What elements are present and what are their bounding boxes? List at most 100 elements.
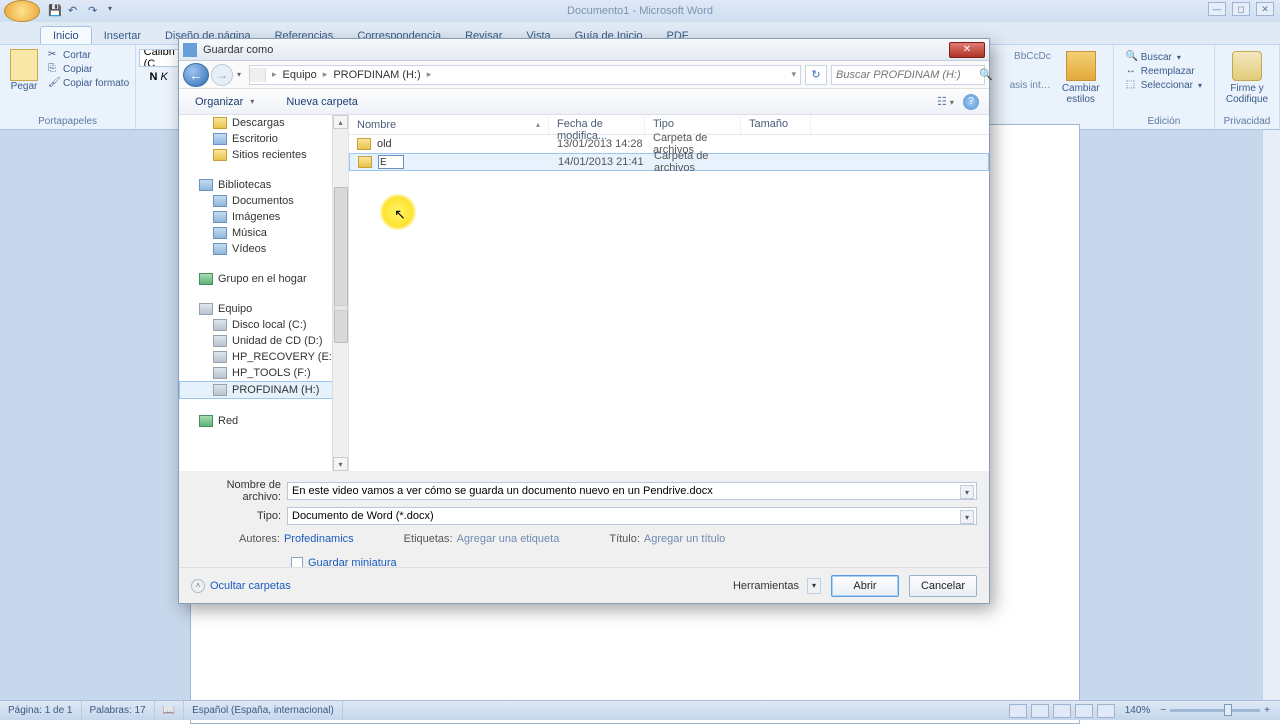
filetype-dropdown[interactable]: ▾ xyxy=(960,510,974,524)
zoom-level[interactable]: 140% xyxy=(1125,705,1151,716)
sign-encrypt-button[interactable]: Firme y Codifique xyxy=(1221,47,1273,109)
breadcrumb-equipo[interactable]: Equipo xyxy=(279,69,321,81)
breadcrumb-bar[interactable]: ▸ Equipo ▸ PROFDINAM (H:) ▸ ▾ xyxy=(249,65,801,85)
open-button[interactable]: Abrir xyxy=(831,575,899,597)
col-name[interactable]: Nombre▴ xyxy=(349,115,549,134)
tools-menu[interactable]: Herramientas▾ xyxy=(733,578,821,594)
tree-cd-d[interactable]: Unidad de CD (D:) xyxy=(179,333,348,349)
copy-button[interactable]: ⎘Copiar xyxy=(48,63,129,75)
cancel-button[interactable]: Cancelar xyxy=(909,575,977,597)
tree-escritorio[interactable]: Escritorio xyxy=(179,131,348,147)
help-icon[interactable]: ? xyxy=(963,94,979,110)
redo-icon[interactable]: ↷ xyxy=(88,4,102,18)
minimize-button[interactable]: — xyxy=(1208,2,1226,16)
close-button[interactable]: ✕ xyxy=(1256,2,1274,16)
tree-imagenes[interactable]: Imágenes xyxy=(179,209,348,225)
maximize-button[interactable]: ◻ xyxy=(1232,2,1250,16)
scroll-down-icon[interactable]: ▾ xyxy=(333,457,348,471)
chevron-right-icon[interactable]: ▸ xyxy=(425,69,434,80)
select-button[interactable]: ⬚Seleccionar▾ xyxy=(1126,79,1202,91)
scroll-up-icon[interactable]: ▴ xyxy=(333,115,348,129)
save-icon[interactable]: 💾 xyxy=(48,4,62,18)
authors-value[interactable]: Profedinamics xyxy=(284,533,354,545)
chevron-right-icon[interactable]: ▸ xyxy=(321,69,330,80)
tree-documentos[interactable]: Documentos xyxy=(179,193,348,209)
search-icon[interactable]: 🔍 xyxy=(979,68,993,81)
copy-icon: ⎘ xyxy=(48,63,60,75)
undo-icon[interactable]: ↶ xyxy=(68,4,82,18)
paste-button[interactable]: Pegar xyxy=(6,47,42,115)
breadcrumb-profdinam[interactable]: PROFDINAM (H:) xyxy=(329,69,424,81)
vertical-scrollbar[interactable] xyxy=(1262,130,1280,700)
fullscreen-view[interactable] xyxy=(1031,704,1049,718)
spellcheck-button[interactable]: 📖 xyxy=(155,701,184,720)
qat-dropdown-icon[interactable]: ▾ xyxy=(108,4,122,18)
change-styles-button[interactable]: Cambiar estilos xyxy=(1055,47,1107,109)
format-painter-button[interactable]: 🖌Copiar formato xyxy=(48,77,129,89)
col-size[interactable]: Tamaño xyxy=(741,115,811,134)
sort-asc-icon: ▴ xyxy=(536,120,540,129)
font-name-box[interactable]: Calibri (C xyxy=(139,49,179,67)
tree-sitios-recientes[interactable]: Sitios recientes xyxy=(179,147,348,163)
tree-musica[interactable]: Música xyxy=(179,225,348,241)
view-options-button[interactable]: ☷ xyxy=(937,95,957,108)
tree-disco-c[interactable]: Disco local (C:) xyxy=(179,317,348,333)
tree-equipo[interactable]: Equipo xyxy=(179,301,348,317)
outline-view[interactable] xyxy=(1075,704,1093,718)
tree-red[interactable]: Red xyxy=(179,413,348,429)
tree-profdinam-h[interactable]: PROFDINAM (H:) xyxy=(179,381,348,399)
draft-view[interactable] xyxy=(1097,704,1115,718)
col-date[interactable]: Fecha de modifica... xyxy=(549,115,645,134)
nav-back-button[interactable]: ← xyxy=(183,63,209,87)
tree-homegroup[interactable]: Grupo en el hogar xyxy=(179,271,348,287)
file-row-new-folder[interactable]: E 14/01/2013 21:41 Carpeta de archivos xyxy=(349,153,989,171)
tab-inicio[interactable]: Inicio xyxy=(40,26,92,44)
search-box[interactable]: 🔍 xyxy=(831,65,985,85)
zoom-thumb[interactable] xyxy=(1224,704,1232,716)
new-folder-button[interactable]: Nueva carpeta xyxy=(280,94,364,110)
dialog-titlebar[interactable]: Guardar como ✕ xyxy=(179,39,989,61)
tree-descargas[interactable]: Descargas xyxy=(179,115,348,131)
hide-folders-button[interactable]: ˄ Ocultar carpetas xyxy=(191,579,291,593)
nav-history-dropdown[interactable]: ▾ xyxy=(233,70,245,79)
folder-rename-input[interactable]: E xyxy=(378,155,404,169)
web-layout-view[interactable] xyxy=(1053,704,1071,718)
tree-tools-f[interactable]: HP_TOOLS (F:) xyxy=(179,365,348,381)
filename-input[interactable]: En este video vamos a ver cómo se guarda… xyxy=(287,482,977,500)
zoom-in-button[interactable]: + xyxy=(1264,705,1270,716)
zoom-out-button[interactable]: − xyxy=(1160,705,1166,716)
tree-videos[interactable]: Vídeos xyxy=(179,241,348,257)
search-input[interactable] xyxy=(836,69,979,81)
breadcrumb-dropdown[interactable]: ▾ xyxy=(787,69,800,80)
chevron-right-icon[interactable]: ▸ xyxy=(270,69,279,80)
dialog-close-button[interactable]: ✕ xyxy=(949,42,985,58)
nav-forward-button[interactable]: → xyxy=(211,64,233,86)
replace-button[interactable]: ↔Reemplazar xyxy=(1126,65,1202,77)
file-list[interactable]: Nombre▴ Fecha de modifica... Tipo Tamaño… xyxy=(349,115,989,471)
refresh-button[interactable]: ↻ xyxy=(805,65,827,85)
music-icon xyxy=(213,227,227,239)
zoom-slider[interactable] xyxy=(1170,709,1260,712)
filetype-select[interactable]: Documento de Word (*.docx)▾ xyxy=(287,507,977,525)
tags-add[interactable]: Agregar una etiqueta xyxy=(457,533,560,545)
filename-dropdown[interactable]: ▾ xyxy=(960,485,974,499)
tree-splitter[interactable] xyxy=(334,305,348,311)
tree-recovery-e[interactable]: HP_RECOVERY (E:) xyxy=(179,349,348,365)
folder-tree[interactable]: Descargas Escritorio Sitios recientes Bi… xyxy=(179,115,349,471)
italic-button[interactable]: K xyxy=(160,71,167,83)
office-button[interactable] xyxy=(4,0,40,22)
organize-button[interactable]: Organizar xyxy=(189,94,260,110)
print-layout-view[interactable] xyxy=(1009,704,1027,718)
tree-bibliotecas[interactable]: Bibliotecas xyxy=(179,177,348,193)
scroll-thumb[interactable] xyxy=(334,187,348,343)
page-indicator[interactable]: Página: 1 de 1 xyxy=(0,701,82,720)
language-indicator[interactable]: Español (España, internacional) xyxy=(184,701,343,720)
word-count[interactable]: Palabras: 17 xyxy=(82,701,155,720)
find-button[interactable]: 🔍Buscar▾ xyxy=(1126,51,1202,63)
tab-insertar[interactable]: Insertar xyxy=(92,27,153,44)
cut-button[interactable]: ✂Cortar xyxy=(48,49,129,61)
tree-scrollbar[interactable]: ▴ ▾ xyxy=(332,115,348,471)
bold-button[interactable]: N xyxy=(149,71,157,83)
title-add[interactable]: Agregar un título xyxy=(644,533,725,545)
shield-icon xyxy=(1232,51,1262,81)
